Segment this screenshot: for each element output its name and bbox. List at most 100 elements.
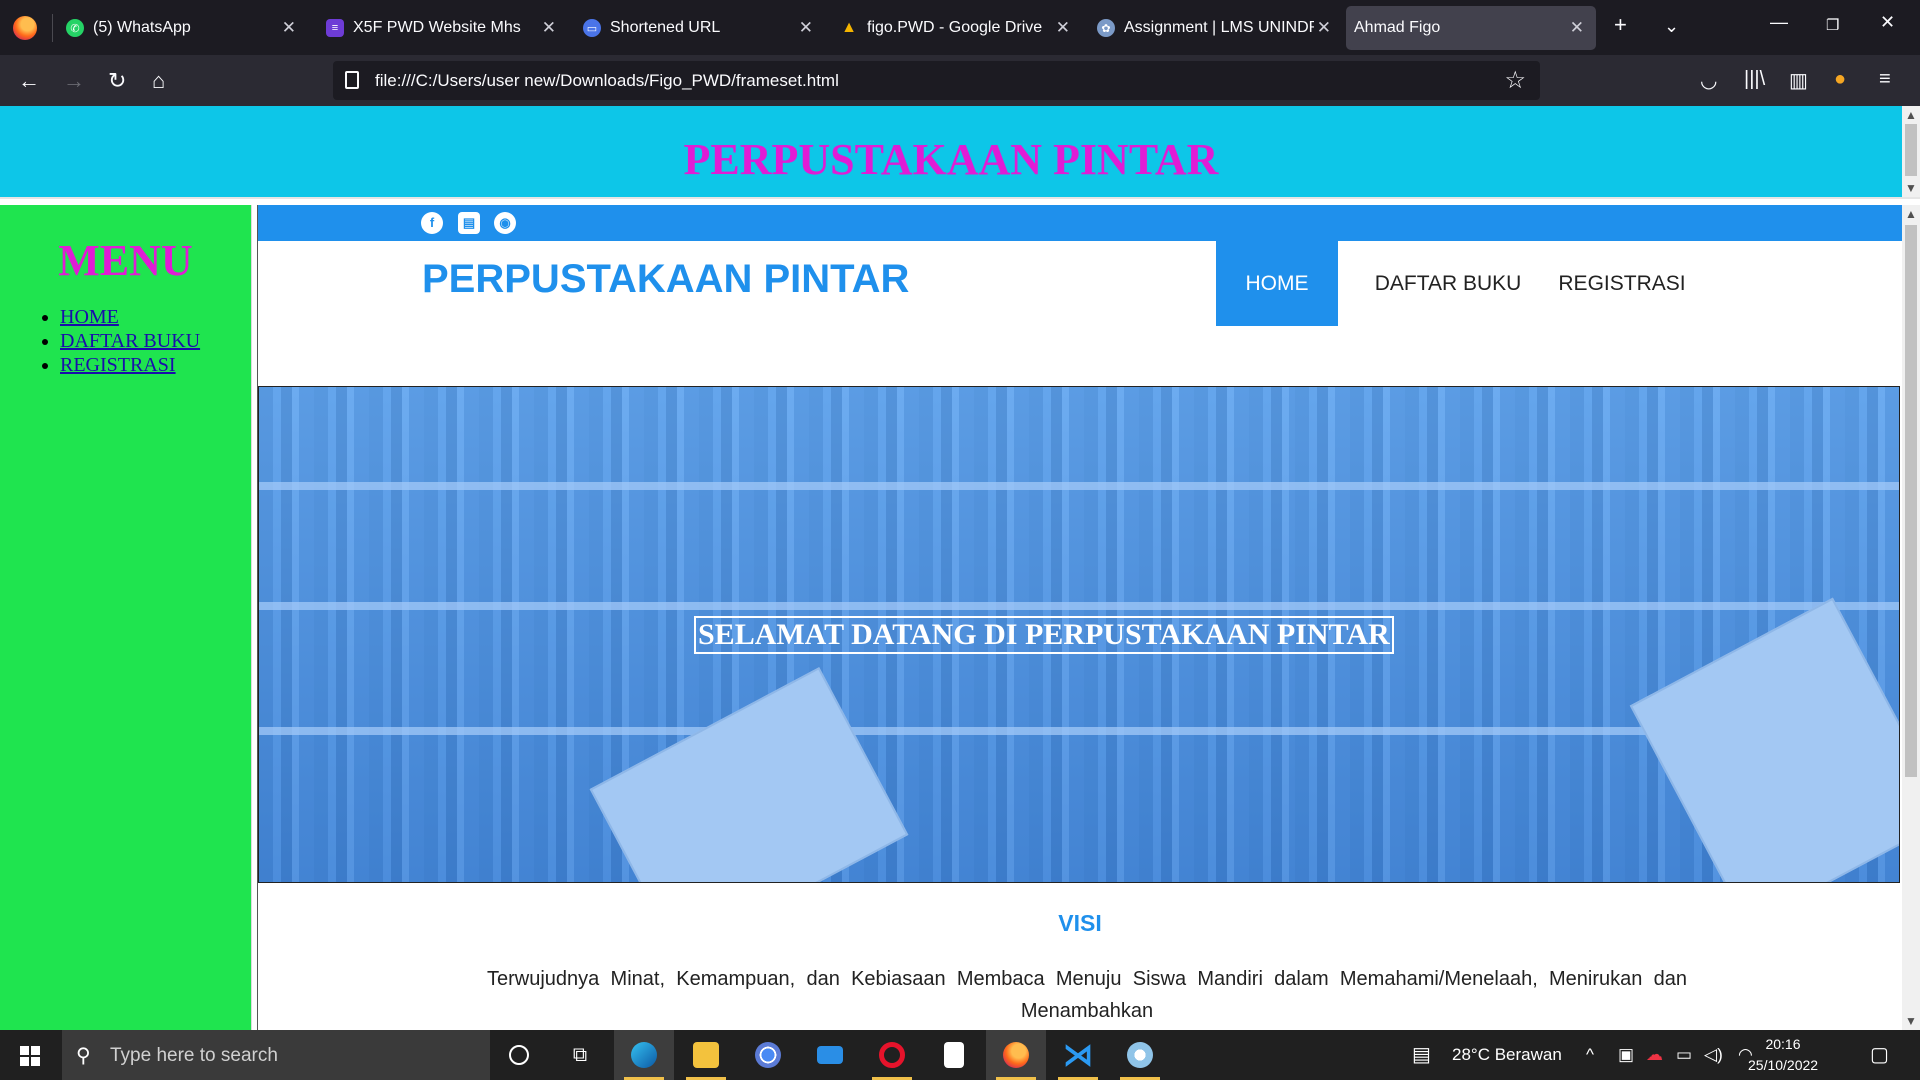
clock-date: 25/10/2022 [1748,1057,1819,1073]
tab-title: X5F PWD Website Mhs [353,19,521,36]
pocket-icon[interactable]: ◡ [1700,68,1717,93]
hero-banner: SELAMAT DATANG DI PERPUSTAKAAN PINTAR [258,386,1900,883]
scroll-up-icon[interactable]: ▲ [1902,108,1920,122]
home-icon[interactable]: ⌂ [152,68,165,94]
search-placeholder: Type here to search [110,1045,278,1066]
volume-icon[interactable]: ◁) [1704,1045,1723,1065]
close-tab-icon[interactable]: ✕ [799,18,813,38]
tab-separator [52,14,53,42]
menu-icon[interactable]: ≡ [1879,68,1891,91]
scroll-down-icon[interactable]: ▼ [1902,181,1920,195]
task-view-icon[interactable]: ⧉ [550,1030,610,1080]
paint-icon[interactable] [1110,1030,1170,1080]
sidebar-icon[interactable]: ▥ [1789,68,1808,93]
facebook-icon[interactable]: f [421,212,443,234]
back-icon[interactable]: ← [18,68,40,94]
visi-heading: VISI [1058,910,1102,936]
url-text[interactable]: file:///C:/Users/user new/Downloads/Figo… [375,71,839,91]
tab-lms-unindra[interactable]: ✿ Assignment | LMS UNINDRA ✕ [1097,6,1339,50]
close-tab-icon[interactable]: ✕ [1317,18,1331,38]
taskbar-search[interactable]: ⚲ Type here to search [62,1030,490,1080]
edge-icon[interactable] [614,1030,674,1080]
bookmark-star-icon[interactable]: ☆ [1504,66,1526,95]
tab-shortened-url[interactable]: ▭ Shortened URL ✕ [583,6,825,50]
list-item: HOME [60,305,200,329]
tab-ahmad-figo[interactable]: Ahmad Figo ✕ [1346,6,1596,50]
opera-icon[interactable] [862,1030,922,1080]
nav-home[interactable]: HOME [1216,241,1338,326]
tab-title: figo.PWD - Google Drive [867,19,1043,36]
meet-now-icon[interactable]: ▣ [1618,1045,1634,1065]
cortana-icon[interactable] [489,1030,549,1080]
browser-tab-bar: ✆ (5) WhatsApp ✕ ≡ X5F PWD Website Mhs ✕… [0,0,1920,55]
weather-text[interactable]: 28°C Berawan [1452,1045,1562,1065]
unindra-logo-icon: ✿ [1097,19,1115,37]
firefox-icon[interactable] [986,1030,1046,1080]
left-frame: MENU HOME DAFTAR BUKU REGISTRASI [0,205,251,1030]
top-frame-title: PERPUSTAKAAN PINTAR [683,135,1219,184]
vscode-icon[interactable]: ⋊ [1048,1030,1108,1080]
show-hidden-icons-icon[interactable]: ^ [1586,1045,1594,1065]
tab-title: Ahmad Figo [1354,19,1441,36]
tab-whatsapp[interactable]: ✆ (5) WhatsApp ✕ [66,6,308,50]
menu-title: MENU [58,236,193,285]
tab-x5f-pwd[interactable]: ≡ X5F PWD Website Mhs ✕ [326,6,568,50]
list-item: DAFTAR BUKU [60,329,200,353]
tab-title: Assignment | LMS UNINDRA [1124,19,1314,36]
site-brand[interactable]: PERPUSTAKAAN PINTAR [422,257,909,302]
main-frame-scrollbar[interactable]: ▲ ▼ [1902,205,1920,1030]
list-all-tabs-icon[interactable]: ⌄ [1664,16,1679,37]
mail-icon[interactable] [800,1030,860,1080]
scroll-down-icon[interactable]: ▼ [1902,1014,1920,1028]
nav-daftar-buku[interactable]: DAFTAR BUKU [1370,241,1526,326]
chrome-icon[interactable] [738,1030,798,1080]
window-close-icon[interactable]: ✕ [1880,12,1895,33]
search-icon: ⚲ [76,1045,91,1067]
browser-nav-bar: ← → ↻ ⌂ file:///C:/Users/user new/Downlo… [0,55,1920,106]
book-icon[interactable]: ▤ [458,212,480,234]
scroll-thumb[interactable] [1905,225,1917,777]
frame-divider[interactable] [251,205,258,1030]
url-bar[interactable]: file:///C:/Users/user new/Downloads/Figo… [333,61,1540,100]
library-icon[interactable]: |||\ [1744,68,1765,91]
nav-registrasi[interactable]: REGISTRASI [1554,241,1690,326]
github-icon[interactable]: ◉ [494,212,516,234]
menu-link-registrasi[interactable]: REGISTRASI [60,354,176,376]
new-tab-icon[interactable]: + [1614,12,1627,38]
tab-google-drive[interactable]: ▲ figo.PWD - Google Drive ✕ [840,6,1082,50]
top-frame-scrollbar[interactable]: ▲ ▼ [1902,106,1920,197]
scroll-thumb[interactable] [1905,124,1917,176]
top-frame: PERPUSTAKAAN PINTAR ▲ ▼ [0,106,1920,197]
restore-icon[interactable]: ❐ [1826,16,1839,34]
windows-taskbar: ⚲ Type here to search ⧉ ⋊ ▤ 28°C Berawan… [0,1030,1920,1080]
windows-start-icon[interactable] [20,1046,40,1066]
menu-link-daftar-buku[interactable]: DAFTAR BUKU [60,330,200,352]
account-avatar-icon[interactable]: ● [1834,68,1846,91]
whatsapp-icon: ✆ [66,19,84,37]
social-strip: f ▤ ◉ [258,205,1902,241]
reload-icon[interactable]: ↻ [108,68,126,94]
forward-icon[interactable]: → [63,68,85,94]
clock[interactable]: 20:16 25/10/2022 [1748,1034,1818,1076]
menu-link-home[interactable]: HOME [60,306,119,328]
scroll-up-icon[interactable]: ▲ [1902,207,1920,221]
notepad-icon[interactable] [924,1030,984,1080]
minimize-icon[interactable]: — [1770,12,1788,33]
notifications-icon[interactable]: ▢ [1870,1042,1889,1067]
close-tab-icon[interactable]: ✕ [1056,18,1070,38]
visi-text: Terwujudnya Minat, Kemampuan, dan Kebias… [487,968,1687,1022]
weather-icon[interactable]: ▤ [1412,1042,1431,1067]
frame-border[interactable] [0,197,1920,205]
close-tab-icon[interactable]: ✕ [542,18,556,38]
menu-list: HOME DAFTAR BUKU REGISTRASI [60,305,200,377]
link-icon: ▭ [583,19,601,37]
tab-title: (5) WhatsApp [93,19,191,36]
close-tab-icon[interactable]: ✕ [282,18,296,38]
clock-time: 20:16 [1765,1036,1801,1052]
list-item: REGISTRASI [60,353,200,377]
onedrive-icon[interactable]: ☁ [1646,1045,1663,1065]
close-tab-icon[interactable]: ✕ [1570,18,1584,38]
file-explorer-icon[interactable] [676,1030,736,1080]
firefox-logo-icon[interactable] [13,16,37,40]
battery-icon[interactable]: ▭ [1676,1045,1692,1065]
